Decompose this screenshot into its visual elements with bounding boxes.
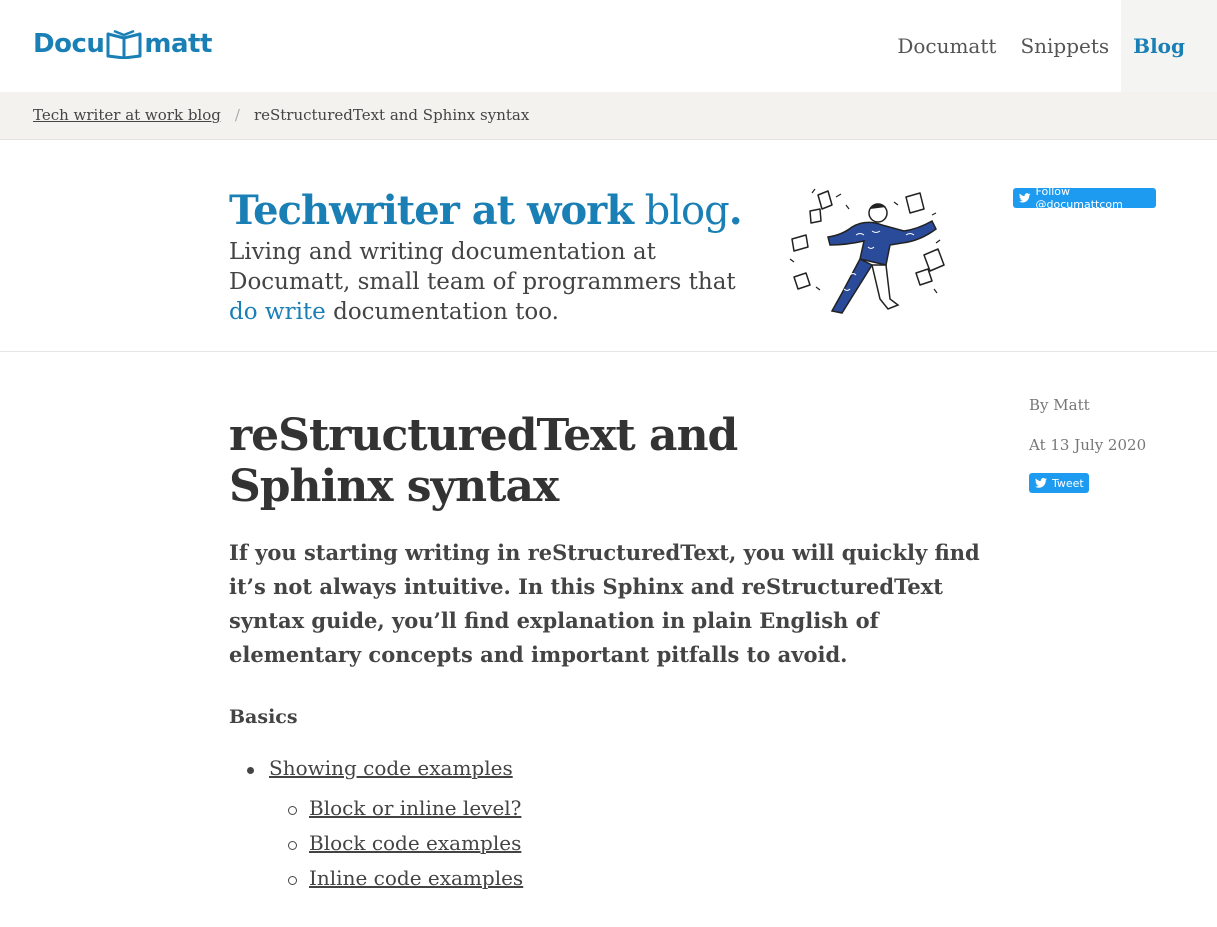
- article-author: By Matt: [1029, 396, 1090, 414]
- breadcrumb-current: reStructuredText and Sphinx syntax: [253, 106, 530, 124]
- blog-title: Techwriter at work blog.: [229, 187, 743, 235]
- toc-link-showing-code-examples[interactable]: Showing code examples: [269, 756, 513, 780]
- twitter-bird-icon: [1035, 478, 1047, 488]
- blog-hero: Techwriter at work blog. Living and writ…: [0, 141, 1217, 352]
- toc-link-block-or-inline[interactable]: Block or inline level?: [309, 796, 521, 820]
- main-nav: Documatt Snippets Blog: [885, 0, 1217, 92]
- twitter-bird-icon: [1019, 193, 1031, 203]
- bullet-circle-icon: [288, 876, 297, 885]
- bullet-circle-icon: [288, 841, 297, 850]
- tweet-button[interactable]: Tweet: [1029, 473, 1089, 493]
- open-book-icon: [106, 29, 142, 59]
- tweet-label: Tweet: [1052, 476, 1084, 490]
- blog-title-light: blog: [644, 188, 730, 234]
- juggling-writer-illustration: [789, 188, 945, 314]
- blog-subtitle-end: documentation too.: [325, 299, 559, 325]
- documatt-logo[interactable]: Docu matt: [33, 28, 212, 60]
- toc-link-block-code-examples[interactable]: Block code examples: [309, 831, 521, 855]
- nav-item-blog[interactable]: Blog: [1121, 0, 1217, 92]
- logo-text-left: Docu: [33, 29, 105, 59]
- bullet-circle-icon: [288, 806, 297, 815]
- blog-subtitle-text: Living and writing documentation at Docu…: [229, 239, 736, 295]
- logo-text-right: matt: [144, 29, 212, 59]
- blog-subtitle: Living and writing documentation at Docu…: [229, 237, 739, 327]
- section-heading-basics: Basics: [229, 706, 298, 728]
- breadcrumb-blog-link[interactable]: Tech writer at work blog: [33, 106, 221, 124]
- follow-label: Follow @documattcom: [1035, 185, 1123, 211]
- breadcrumb: Tech writer at work blog / reStructuredT…: [0, 92, 1217, 140]
- bullet-disc-icon: [247, 767, 254, 774]
- article-lead: If you starting writing in reStructuredT…: [229, 540, 980, 667]
- toc-link-inline-code-examples[interactable]: Inline code examples: [309, 866, 523, 890]
- do-write-link[interactable]: do write: [229, 299, 326, 325]
- article-date: At 13 July 2020: [1029, 436, 1147, 454]
- nav-item-snippets[interactable]: Snippets: [1008, 0, 1121, 92]
- blog-title-strong: Techwriter at work: [229, 187, 634, 234]
- top-navigation-bar: Docu matt Documatt Snippets Blog: [0, 0, 1217, 92]
- nav-item-documatt[interactable]: Documatt: [885, 0, 1008, 92]
- twitter-follow-button[interactable]: Follow @documattcom: [1013, 185, 1156, 211]
- article-title: reStructuredText and Sphinx syntax: [229, 410, 738, 512]
- breadcrumb-separator: /: [234, 106, 240, 124]
- blog-title-dot: .: [728, 187, 743, 234]
